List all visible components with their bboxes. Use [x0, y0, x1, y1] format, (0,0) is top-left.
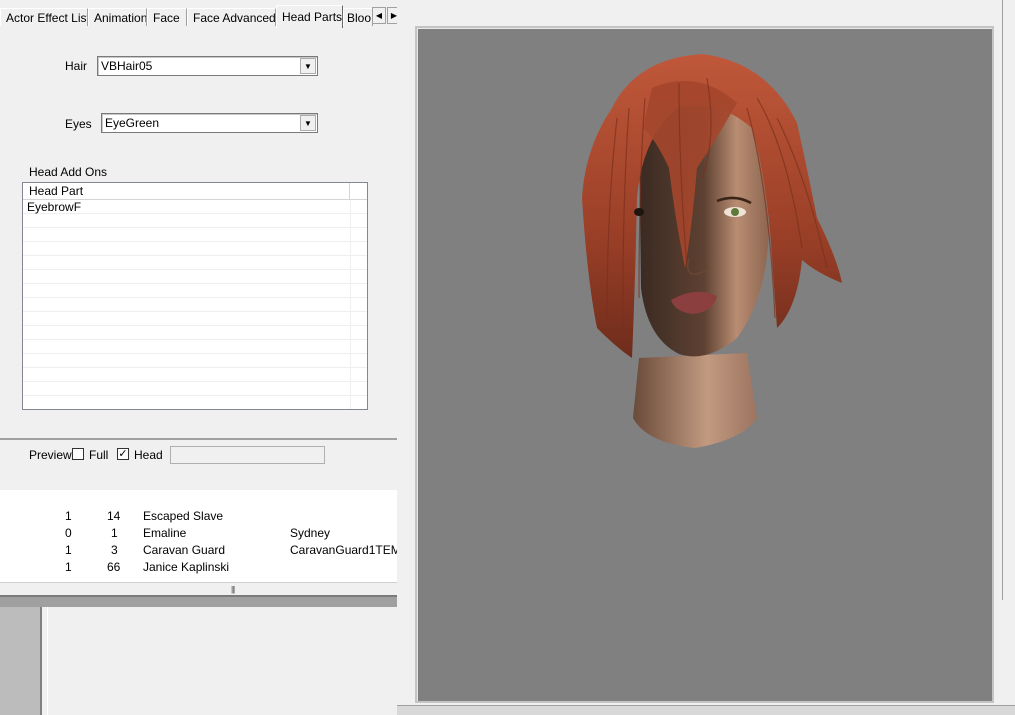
cell-name: Caravan Guard [143, 543, 226, 557]
list-item-empty [23, 354, 367, 368]
head-parts-panel: Hair VBHair05 ▼ Eyes EyeGreen ▼ Head Add… [0, 26, 404, 440]
list-item-empty [23, 270, 367, 284]
hair-value: VBHair05 [101, 59, 153, 73]
preview-bar: Preview Full ✓ Head [0, 441, 404, 469]
chevron-down-icon[interactable]: ▼ [300, 58, 316, 74]
list-item-empty [23, 312, 367, 326]
hair-label: Hair [65, 59, 88, 73]
cell-name: Janice Kaplinski [143, 560, 230, 574]
hair-select[interactable]: VBHair05 ▼ [97, 56, 318, 76]
eyes-label: Eyes [65, 117, 92, 131]
eyes-select[interactable]: EyeGreen ▼ [101, 113, 318, 133]
cell-name: Emaline [143, 526, 187, 540]
tab-strip: Actor Effect List Animation Face Face Ad… [0, 5, 404, 28]
tab-face-advanced[interactable]: Face Advanced [187, 8, 276, 27]
cell-col2: 3 [111, 543, 118, 557]
cell-col2: 66 [107, 560, 121, 574]
list-item-empty [23, 368, 367, 382]
list-item-empty [23, 228, 367, 242]
pane-splitter[interactable] [0, 595, 397, 607]
list-item-empty [23, 284, 367, 298]
tab-animation[interactable]: Animation [88, 8, 147, 27]
cell-extra: Sydney [290, 526, 331, 540]
list-item-empty [23, 382, 367, 396]
head-checkbox[interactable]: ✓ [117, 448, 129, 460]
cell-name: Escaped Slave [143, 509, 224, 523]
left-eye-shape [634, 208, 644, 216]
column-header-head-part[interactable]: Head Part [23, 183, 350, 200]
eyes-value: EyeGreen [105, 116, 160, 130]
head-add-ons-label: Head Add Ons [29, 165, 108, 179]
table-row[interactable]: 1 14 Escaped Slave [0, 507, 397, 524]
bottom-left-pane [0, 607, 42, 715]
scroll-grip-icon[interactable]: ||| [231, 585, 235, 594]
cell-col2: 1 [111, 526, 118, 540]
full-checkbox[interactable] [72, 448, 84, 460]
head-label: Head [134, 448, 163, 462]
list-item-empty [23, 214, 367, 228]
cell-col1: 1 [65, 509, 72, 523]
list-item-empty [23, 340, 367, 354]
render-bottom-edge [397, 705, 1015, 715]
cell-col1: 0 [65, 526, 72, 540]
preview-status-box [170, 446, 325, 464]
neck-shape [633, 353, 757, 448]
render-right-edge [1002, 0, 1015, 600]
table-row[interactable]: 0 1 Emaline Sydney [0, 524, 397, 541]
tab-head-parts[interactable]: Head Parts [276, 5, 343, 28]
chevron-down-icon[interactable]: ▼ [300, 115, 316, 131]
head-preview-viewport[interactable] [415, 26, 994, 703]
cell-col1: 1 [65, 560, 72, 574]
full-label: Full [89, 448, 109, 462]
cell-col1: 1 [65, 543, 72, 557]
cell-extra: CaravanGuard1TEMP [290, 543, 397, 557]
list-item-empty [23, 242, 367, 256]
head-add-ons-list[interactable]: Head Part EyebrowF [22, 182, 368, 410]
actor-list[interactable]: 1 14 Escaped Slave 0 1 Emaline Sydney 1 … [0, 490, 397, 582]
head-render [582, 54, 842, 448]
cell-col2: 14 [107, 509, 121, 523]
actor-list-hscrollbar[interactable]: ||| [0, 582, 397, 595]
bottom-pane [47, 607, 397, 715]
table-row-partial [0, 575, 397, 582]
list-header: Head Part [23, 183, 367, 200]
table-row-partial [0, 490, 397, 500]
list-item-empty [23, 256, 367, 270]
tab-scroll-left-icon[interactable]: ◀ [372, 7, 386, 24]
table-row[interactable]: 1 3 Caravan Guard CaravanGuard1TEMP [0, 541, 397, 558]
list-item[interactable]: EyebrowF [23, 200, 367, 214]
preview-label: Preview [29, 448, 72, 462]
right-iris-shape [731, 208, 739, 216]
list-item-empty [23, 298, 367, 312]
tab-blood[interactable]: Bloo [343, 8, 373, 27]
table-row[interactable]: 1 66 Janice Kaplinski [0, 558, 397, 575]
tab-face[interactable]: Face [147, 8, 187, 27]
tab-actor-effect-list[interactable]: Actor Effect List [0, 8, 88, 27]
list-item-empty [23, 326, 367, 340]
